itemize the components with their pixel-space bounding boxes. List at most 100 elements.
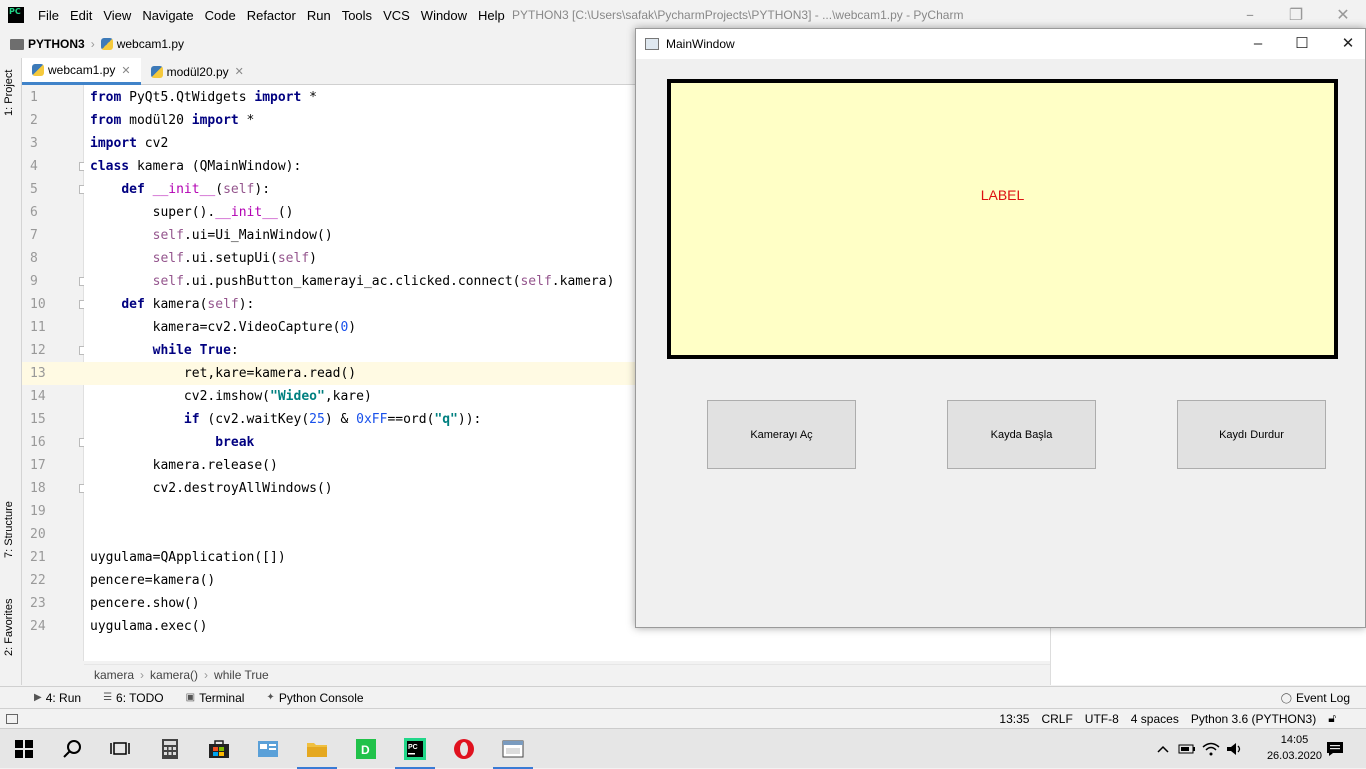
line-number: 7: [30, 228, 38, 243]
window-icon: [645, 38, 659, 50]
main-window-titlebar[interactable]: MainWindow – ☐ ✕: [636, 29, 1365, 59]
menu-vcs[interactable]: VCS: [383, 8, 418, 23]
maximize-icon[interactable]: ☐: [1290, 33, 1314, 55]
tab-webcam1[interactable]: webcam1.py ✕: [22, 58, 141, 85]
svg-text:D: D: [361, 743, 370, 757]
tab-modul20[interactable]: modül20.py ✕: [141, 58, 254, 85]
menu-tools[interactable]: Tools: [342, 8, 380, 23]
tab-label: webcam1.py: [48, 63, 116, 77]
pycharm-logo-icon: PC: [8, 7, 24, 23]
crumb-class[interactable]: kamera: [94, 668, 134, 682]
close-icon[interactable]: ✕: [1336, 33, 1360, 55]
tool-tab-favorites[interactable]: 2: Favorites: [3, 599, 15, 656]
close-icon[interactable]: ✕: [1333, 5, 1353, 25]
tool-label: Python Console: [278, 690, 364, 705]
wifi-icon[interactable]: [1200, 729, 1222, 769]
menu-run[interactable]: Run: [307, 8, 339, 23]
tool-label: 4: Run: [45, 690, 82, 705]
tool-tab-structure[interactable]: 7: Structure: [3, 501, 15, 558]
minimize-icon[interactable]: –: [1240, 5, 1260, 25]
line-number: 15: [30, 412, 46, 427]
line-number: 22: [30, 573, 46, 588]
search-icon[interactable]: [48, 729, 96, 769]
menu-view[interactable]: View: [103, 8, 139, 23]
close-icon[interactable]: ✕: [235, 65, 244, 78]
python-file-icon: [100, 38, 113, 50]
chevron-right-icon: ›: [204, 668, 209, 682]
start-recording-button[interactable]: Kayda Başla: [947, 400, 1096, 469]
editor-right-area: [1050, 628, 1366, 685]
menu-refactor[interactable]: Refactor: [247, 8, 304, 23]
line-number: 16: [30, 435, 46, 450]
menu-edit[interactable]: Edit: [70, 8, 100, 23]
tool-label: 6: TODO: [116, 690, 164, 705]
breadcrumb-project[interactable]: PYTHON3: [28, 37, 85, 51]
minimize-icon[interactable]: –: [1246, 33, 1270, 55]
python-file-icon: [32, 64, 44, 76]
tool-todo[interactable]: ☰ 6: TODO: [103, 691, 164, 705]
event-log-button[interactable]: ◯ Event Log: [1281, 691, 1350, 705]
tool-tab-project[interactable]: 1: Project: [3, 70, 15, 116]
open-camera-button[interactable]: Kamerayı Aç: [707, 400, 856, 469]
tool-label: Event Log: [1295, 691, 1350, 705]
stop-recording-button[interactable]: Kaydı Durdur: [1177, 400, 1326, 469]
status-position[interactable]: 13:35: [999, 712, 1029, 726]
bottom-tool-bar: ▶ 4: Run ☰ 6: TODO ▣ Terminal ✦ Python Conso…: [0, 686, 1366, 708]
chevron-up-icon[interactable]: [1152, 729, 1174, 769]
opera-icon[interactable]: [440, 729, 488, 769]
tool-python-console[interactable]: ✦ Python Console: [266, 691, 363, 705]
tool-window-toggle-icon[interactable]: [6, 713, 18, 724]
tool-label: Terminal: [199, 690, 245, 705]
start-button[interactable]: [0, 729, 48, 769]
store-icon[interactable]: [195, 729, 243, 769]
control-panel-icon[interactable]: [244, 729, 292, 769]
line-number: 17: [30, 458, 46, 473]
battery-icon[interactable]: [1176, 729, 1198, 769]
main-window: MainWindow – ☐ ✕ LABEL Kamerayı Aç Kayda…: [635, 28, 1366, 628]
line-number: 11: [30, 320, 46, 335]
notifications-icon[interactable]: [1320, 729, 1350, 769]
chevron-right-icon: ›: [90, 37, 95, 51]
tool-run[interactable]: ▶ 4: Run: [34, 691, 81, 705]
line-number: 24: [30, 619, 46, 634]
restore-icon[interactable]: ❐: [1286, 5, 1306, 25]
menu-help[interactable]: Help: [478, 8, 513, 23]
tool-terminal[interactable]: ▣ Terminal: [186, 691, 245, 705]
status-interpreter[interactable]: Python 3.6 (PYTHON3): [1191, 712, 1316, 726]
line-number: 3: [30, 136, 38, 151]
status-line-separator[interactable]: CRLF: [1041, 712, 1072, 726]
menu-navigate[interactable]: Navigate: [142, 8, 201, 23]
status-encoding[interactable]: UTF-8: [1085, 712, 1119, 726]
line-number: 10: [30, 297, 46, 312]
clock-date: 26.03.2020: [1266, 750, 1322, 762]
volume-icon[interactable]: [1224, 729, 1246, 769]
window-title: PYTHON3 [C:\Users\safak\PycharmProjects\…: [512, 8, 964, 22]
line-number: 20: [30, 527, 46, 542]
pycharm-icon[interactable]: PC: [391, 729, 439, 769]
clock-time: 14:05: [1280, 734, 1309, 746]
line-number: 2: [30, 113, 38, 128]
python-app-icon[interactable]: [489, 729, 537, 769]
close-icon[interactable]: ✕: [121, 64, 130, 77]
main-window-title: MainWindow: [666, 37, 735, 51]
lock-icon[interactable]: 🔓︎: [1328, 711, 1336, 726]
breadcrumb-file[interactable]: webcam1.py: [117, 37, 184, 51]
task-view-icon[interactable]: [96, 729, 144, 769]
menu-bar: PC File Edit View Navigate Code Refactor…: [0, 0, 1366, 30]
line-number: 4: [30, 159, 38, 174]
file-explorer-icon[interactable]: [293, 729, 341, 769]
menu-file[interactable]: File: [38, 8, 67, 23]
menu-window[interactable]: Window: [421, 8, 475, 23]
video-label: LABEL: [667, 79, 1338, 359]
crumb-loop[interactable]: while True: [214, 668, 269, 682]
calculator-icon[interactable]: [146, 729, 194, 769]
event-log-icon: ◯: [1280, 692, 1292, 704]
status-indent[interactable]: 4 spaces: [1131, 712, 1179, 726]
line-number: 9: [30, 274, 38, 289]
python-console-icon: ✦: [266, 692, 275, 703]
clock[interactable]: 14:05 26.03.2020: [1267, 732, 1322, 764]
menu-code[interactable]: Code: [205, 8, 244, 23]
windows-icon: [15, 740, 33, 758]
dataspell-icon[interactable]: D: [342, 729, 390, 769]
crumb-method[interactable]: kamera(): [150, 668, 198, 682]
